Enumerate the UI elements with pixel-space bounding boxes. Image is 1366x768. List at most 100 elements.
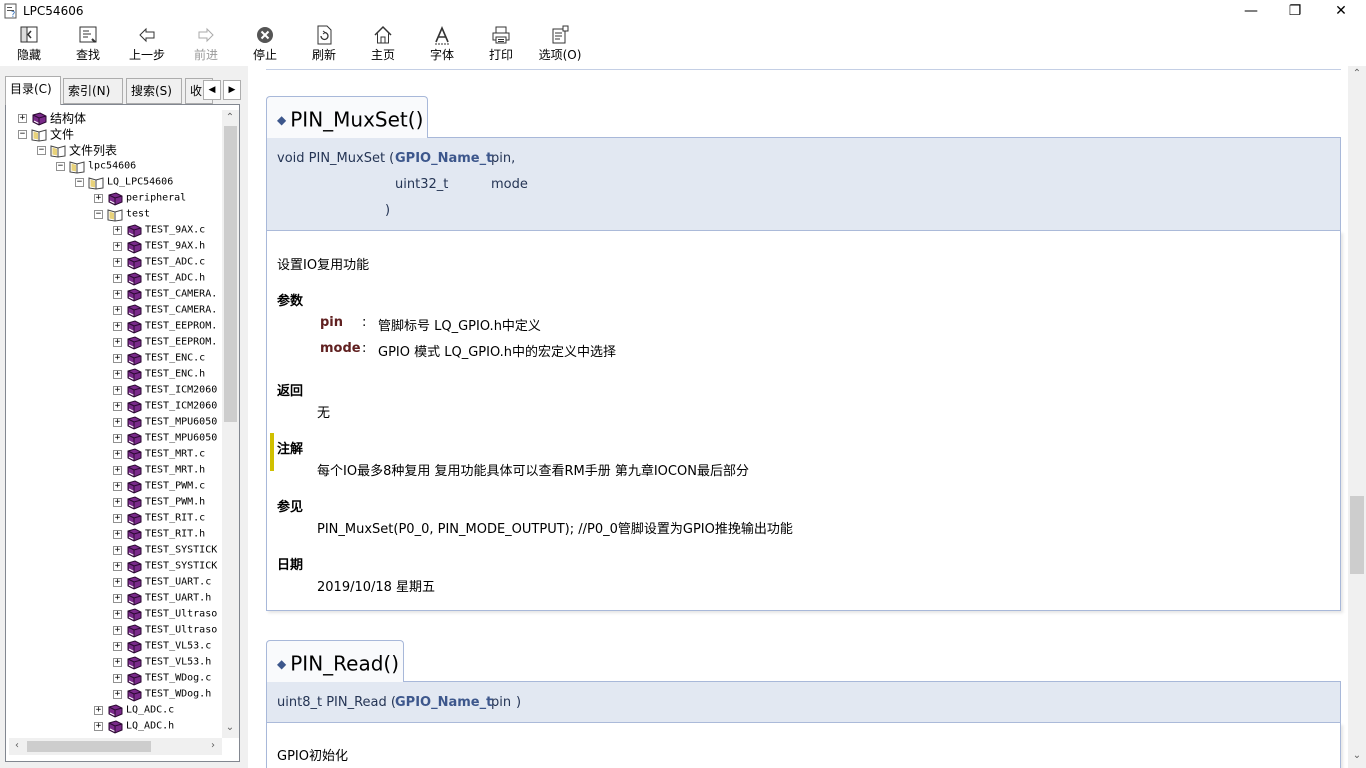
tree-item[interactable]: + TEST_ICM2060 — [113, 398, 217, 414]
tree-item[interactable]: + TEST_ICM2060 — [113, 382, 217, 398]
tab-search[interactable]: 搜索(S) — [126, 78, 182, 104]
expand-icon[interactable]: + — [113, 466, 122, 475]
tree-item[interactable]: + TEST_RIT.h — [113, 526, 205, 542]
tree-item[interactable]: + TEST_SYSTICK — [113, 542, 217, 558]
refresh-button[interactable]: 刷新 — [296, 25, 352, 65]
expand-icon[interactable]: + — [113, 578, 122, 587]
scroll-up-icon[interactable]: ⌃ — [222, 112, 238, 123]
expand-icon[interactable]: + — [113, 386, 122, 395]
tree-item[interactable]: + TEST_SYSTICK — [113, 558, 217, 574]
expand-icon[interactable]: + — [113, 306, 122, 315]
tree-item[interactable]: + TEST_MPU6050 — [113, 430, 217, 446]
tree-item[interactable]: + LQ_ADC.h — [94, 718, 174, 734]
tree-item[interactable]: + TEST_MRT.c — [113, 446, 205, 462]
tree-item[interactable]: + TEST_RIT.c — [113, 510, 205, 526]
tree-item[interactable]: + TEST_WDog.c — [113, 670, 211, 686]
forward-button[interactable]: 前进 — [178, 25, 234, 65]
tree-item[interactable]: + TEST_PWM.h — [113, 494, 205, 510]
scroll-up-icon[interactable]: ⌃ — [1349, 68, 1365, 79]
tree-item[interactable]: + 结构体 — [18, 110, 86, 126]
tree-item[interactable]: + TEST_WDog.h — [113, 686, 211, 702]
home-button[interactable]: 主页 — [355, 25, 411, 65]
expand-icon[interactable]: + — [113, 658, 122, 667]
param-type[interactable]: GPIO_Name_t — [395, 151, 492, 166]
param-type[interactable]: GPIO_Name_t — [395, 695, 492, 710]
tree-item[interactable]: + TEST_VL53.h — [113, 654, 211, 670]
tree-item[interactable]: + TEST_Ultraso — [113, 622, 217, 638]
minimize-button[interactable]: — — [1228, 0, 1274, 22]
tree-item[interactable]: − 文件 — [18, 126, 74, 142]
tab-contents[interactable]: 目录(C) — [5, 76, 61, 105]
expand-icon[interactable]: + — [113, 226, 122, 235]
expand-icon[interactable]: + — [94, 194, 103, 203]
close-button[interactable]: ✕ — [1318, 0, 1364, 22]
tree-vertical-scrollbar[interactable]: ⌃ ⌄ — [222, 110, 239, 738]
expand-icon[interactable]: + — [18, 114, 27, 123]
tree-item[interactable]: + TEST_Ultraso — [113, 606, 217, 622]
stop-button[interactable]: 停止 — [237, 25, 293, 65]
content-vertical-scrollbar[interactable]: ⌃ ⌄ — [1348, 66, 1366, 768]
tree-horizontal-scrollbar[interactable]: ‹ › — [9, 738, 222, 755]
expand-icon[interactable]: + — [113, 354, 122, 363]
scroll-right-icon[interactable]: › — [205, 740, 221, 751]
tree-item[interactable]: + TEST_EEPROM. — [113, 334, 217, 350]
expand-icon[interactable]: + — [113, 626, 122, 635]
expand-icon[interactable]: + — [113, 274, 122, 283]
tree-item[interactable]: − LQ_LPC54606 — [75, 174, 173, 190]
tree-item[interactable]: + TEST_ADC.h — [113, 270, 205, 286]
tab-scroll-left-icon[interactable]: ◀ — [203, 80, 221, 100]
expand-icon[interactable]: + — [113, 514, 122, 523]
options-button[interactable]: 选项(O) — [532, 25, 588, 65]
tab-index[interactable]: 索引(N) — [63, 78, 123, 104]
tree-item[interactable]: + peripheral — [94, 190, 186, 206]
tree-item[interactable]: + TEST_ENC.h — [113, 366, 205, 382]
tree-item[interactable]: + TEST_CAMERA. — [113, 302, 217, 318]
expand-icon[interactable]: + — [113, 418, 122, 427]
maximize-button[interactable]: ❐ — [1272, 0, 1318, 22]
tree-item[interactable]: + TEST_VL53.c — [113, 638, 211, 654]
tree-hscroll-thumb[interactable] — [27, 741, 151, 752]
expand-icon[interactable]: + — [113, 450, 122, 459]
tree-item[interactable]: + TEST_9AX.h — [113, 238, 205, 254]
expand-icon[interactable]: + — [113, 530, 122, 539]
expand-icon[interactable]: + — [113, 402, 122, 411]
collapse-icon[interactable]: − — [37, 146, 46, 155]
expand-icon[interactable]: + — [113, 258, 122, 267]
content-vscroll-thumb[interactable] — [1350, 496, 1364, 574]
tree-item[interactable]: + TEST_ADC.c — [113, 254, 205, 270]
hide-button[interactable]: 隐藏 — [1, 25, 57, 65]
tree-item[interactable]: + TEST_EEPROM. — [113, 318, 217, 334]
expand-icon[interactable]: + — [113, 674, 122, 683]
expand-icon[interactable]: + — [113, 546, 122, 555]
tree-item[interactable]: + TEST_UART.c — [113, 574, 211, 590]
tree-item[interactable]: + TEST_UART.h — [113, 590, 211, 606]
expand-icon[interactable]: + — [113, 434, 122, 443]
expand-icon[interactable]: + — [113, 498, 122, 507]
expand-icon[interactable]: + — [113, 322, 122, 331]
tree-item[interactable]: + TEST_MPU6050 — [113, 414, 217, 430]
expand-icon[interactable]: + — [94, 706, 103, 715]
expand-icon[interactable]: + — [113, 370, 122, 379]
tree-vscroll-thumb[interactable] — [224, 126, 237, 422]
scroll-down-icon[interactable]: ⌄ — [222, 722, 238, 733]
tree-item[interactable]: + TEST_PWM.c — [113, 478, 205, 494]
tree-item[interactable]: + TEST_ENC.c — [113, 350, 205, 366]
tree-item[interactable]: − 文件列表 — [37, 142, 117, 158]
expand-icon[interactable]: + — [113, 690, 122, 699]
collapse-icon[interactable]: − — [94, 210, 103, 219]
tab-scroll-right-icon[interactable]: ▶ — [223, 80, 241, 100]
font-button[interactable]: 字体 — [414, 25, 470, 65]
tree-item[interactable]: + TEST_9AX.c — [113, 222, 205, 238]
tree-item[interactable]: − lpc54606 — [56, 158, 136, 174]
expand-icon[interactable]: + — [113, 242, 122, 251]
expand-icon[interactable]: + — [113, 610, 122, 619]
expand-icon[interactable]: + — [113, 594, 122, 603]
tree-item[interactable]: + LQ_ADC.c — [94, 702, 174, 718]
locate-button[interactable]: 查找 — [60, 25, 116, 65]
expand-icon[interactable]: + — [113, 338, 122, 347]
expand-icon[interactable]: + — [113, 290, 122, 299]
scroll-left-icon[interactable]: ‹ — [9, 740, 25, 751]
print-button[interactable]: 打印 — [473, 25, 529, 65]
back-button[interactable]: 上一步 — [119, 25, 175, 65]
collapse-icon[interactable]: − — [56, 162, 65, 171]
